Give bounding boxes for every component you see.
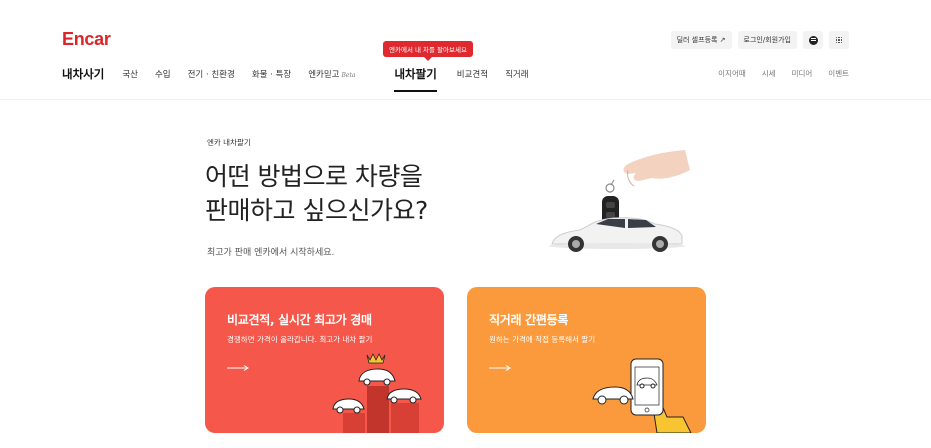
direct-trade-card[interactable]: 직거래 간편등록 원하는 가격에 직접 등록해서 팔기	[467, 287, 706, 433]
hero-headline: 어떤 방법으로 차량을 판매하고 싶으신가요?	[205, 160, 428, 228]
direct-trade-card-title: 직거래 간편등록	[489, 313, 569, 327]
nav-item-encar-trust-label: 엔카믿고	[308, 70, 340, 80]
arrow-right-icon	[227, 365, 249, 371]
beta-label: Beta	[341, 72, 356, 79]
nav-right-item-media[interactable]: 미디어	[792, 68, 813, 79]
compare-quote-card[interactable]: 비교견적, 실시간 최고가 경매 경쟁하면 가격이 올라갑니다. 최고가 내차 …	[205, 287, 444, 433]
nav-item-encar-trust[interactable]: 엔카믿고 Beta	[308, 68, 355, 80]
nav-right-item-event[interactable]: 이벤트	[828, 68, 849, 79]
hero-headline-line1: 어떤 방법으로 차량을	[205, 162, 423, 191]
site-header: Encar 엔카에서 내 차를 팔아보세요 딜러 셀프등록 ↗ 로그인/회원가입…	[0, 0, 931, 100]
nav-item-domestic[interactable]: 국산	[122, 68, 138, 80]
auction-cars-icon	[332, 353, 422, 433]
nav-item-direct-trade[interactable]: 직거래	[505, 68, 528, 80]
hero-headline-line2: 판매하고 싶으신가요?	[205, 196, 428, 225]
menu-button[interactable]	[829, 31, 849, 49]
hero-eyebrow: 엔카 내차팔기	[207, 138, 251, 147]
compare-quote-card-title: 비교견적, 실시간 최고가 경매	[227, 313, 372, 327]
grid-menu-icon	[835, 36, 843, 44]
chat-icon	[808, 35, 818, 45]
nav-item-electric[interactable]: 전기 · 친환경	[188, 68, 235, 80]
nav-right-item-price[interactable]: 시세	[762, 68, 776, 79]
top-utility-bar: 딜러 셀프등록 ↗ 로그인/회원가입	[670, 31, 849, 49]
phone-hand-icon	[592, 358, 692, 433]
hero-subtitle: 최고가 판매 엔카에서 시작하세요.	[207, 248, 335, 258]
login-signup-button[interactable]: 로그인/회원가입	[737, 31, 797, 49]
dealer-self-register-button[interactable]: 딜러 셀프등록 ↗	[670, 31, 732, 49]
nav-right-item-easy[interactable]: 이지어때	[718, 68, 746, 79]
sell-car-tooltip: 엔카에서 내 차를 팔아보세요	[383, 41, 473, 61]
main-nav: 내차사기 국산 수입 전기 · 친환경 화물 · 특장 엔카믿고 Beta 내차팔…	[62, 66, 546, 92]
arrow-right-icon	[489, 365, 511, 371]
encar-logo[interactable]: Encar	[62, 29, 111, 50]
direct-trade-card-desc: 원하는 가격에 직접 등록해서 팔기	[489, 335, 596, 344]
compare-quote-card-desc: 경쟁하면 가격이 올라갑니다. 최고가 내차 팔기	[227, 335, 373, 344]
nav-item-imported[interactable]: 수입	[155, 68, 171, 80]
nav-sell-car-active[interactable]: 내차팔기	[394, 66, 438, 92]
nav-item-cargo[interactable]: 화물 · 특장	[252, 68, 291, 80]
secondary-nav: 이지어때 시세 미디어 이벤트	[718, 68, 849, 79]
chat-button[interactable]	[803, 31, 823, 49]
car-key-icon	[549, 150, 690, 252]
nav-buy-car[interactable]: 내차사기	[62, 66, 104, 82]
nav-item-compare-quote[interactable]: 비교견적	[457, 68, 488, 80]
